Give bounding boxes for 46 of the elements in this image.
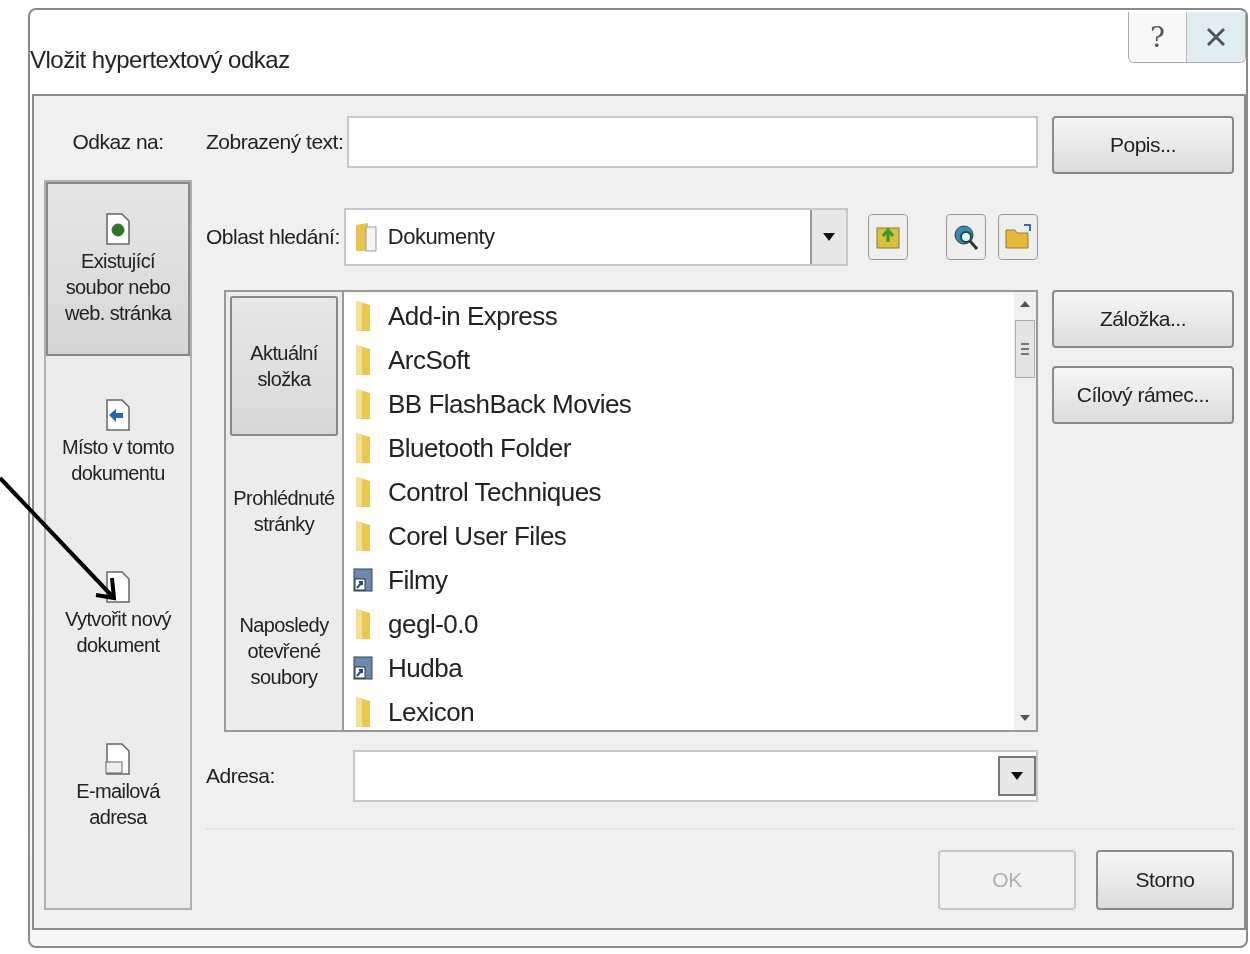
- look-in-dropdown[interactable]: Dokumenty: [343, 208, 848, 266]
- globe-document-icon: [104, 212, 132, 246]
- close-button[interactable]: [1187, 12, 1245, 62]
- link-to-label: Odkaz na:: [72, 130, 164, 154]
- display-text-label: Zobrazený text:: [206, 130, 345, 154]
- vertical-scrollbar[interactable]: [1014, 292, 1036, 730]
- places-item[interactable]: Naposledy otevřené soubory: [230, 586, 338, 716]
- bookmark-button[interactable]: Záložka...: [1052, 290, 1234, 348]
- cancel-button[interactable]: Storno: [1096, 850, 1234, 910]
- browse-file-button[interactable]: [997, 214, 1038, 260]
- file-item[interactable]: Lexicon: [352, 690, 1006, 734]
- link-to-item[interactable]: Existující soubor nebo web. stránka: [46, 182, 190, 356]
- address-label: Adresa:: [206, 764, 276, 788]
- dropdown-arrow-icon: [821, 232, 836, 242]
- file-item[interactable]: Corel User Files: [352, 514, 1006, 558]
- up-folder-button[interactable]: [867, 214, 908, 260]
- document-arrow-icon: [104, 398, 132, 432]
- target-frame-button[interactable]: Cílový rámec...: [1052, 366, 1234, 424]
- file-item[interactable]: Hudba: [352, 646, 1006, 690]
- file-item[interactable]: Filmy: [352, 558, 1006, 602]
- open-folder-icon: [1003, 222, 1032, 252]
- scroll-up-icon[interactable]: [1019, 300, 1031, 308]
- places-item[interactable]: Prohlédnuté stránky: [230, 436, 338, 586]
- browse-web-button[interactable]: [945, 214, 986, 260]
- envelope-document-icon: [104, 742, 132, 776]
- folder-icon: [353, 221, 378, 253]
- file-item[interactable]: gegl-0.0: [352, 602, 1006, 646]
- scroll-down-icon[interactable]: [1019, 714, 1031, 722]
- link-to-item[interactable]: Vytvořit nový dokument: [46, 528, 190, 700]
- dropdown-arrow-icon: [1010, 771, 1024, 781]
- window-title: Vložit hypertextový odkaz: [30, 46, 290, 74]
- screen-tip-button[interactable]: Popis...: [1052, 116, 1234, 174]
- look-in-label: Oblast hledání:: [206, 225, 341, 249]
- close-icon: [1204, 25, 1228, 49]
- file-item[interactable]: Bluetooth Folder: [352, 426, 1006, 470]
- help-button[interactable]: ?: [1129, 12, 1187, 62]
- file-item[interactable]: Add-in Express: [352, 294, 1006, 338]
- places-item[interactable]: Aktuální složka: [230, 296, 338, 436]
- file-item[interactable]: ArcSoft: [352, 338, 1006, 382]
- file-item[interactable]: BB FlashBack Movies: [352, 382, 1006, 426]
- link-to-item[interactable]: E-mailová adresa: [46, 700, 190, 872]
- link-to-item[interactable]: Místo v tomto dokumentu: [46, 356, 190, 528]
- file-item[interactable]: Control Techniques: [352, 470, 1006, 514]
- globe-magnifier-icon: [951, 222, 980, 252]
- address-field[interactable]: [353, 750, 1038, 802]
- display-text-field[interactable]: [347, 116, 1038, 168]
